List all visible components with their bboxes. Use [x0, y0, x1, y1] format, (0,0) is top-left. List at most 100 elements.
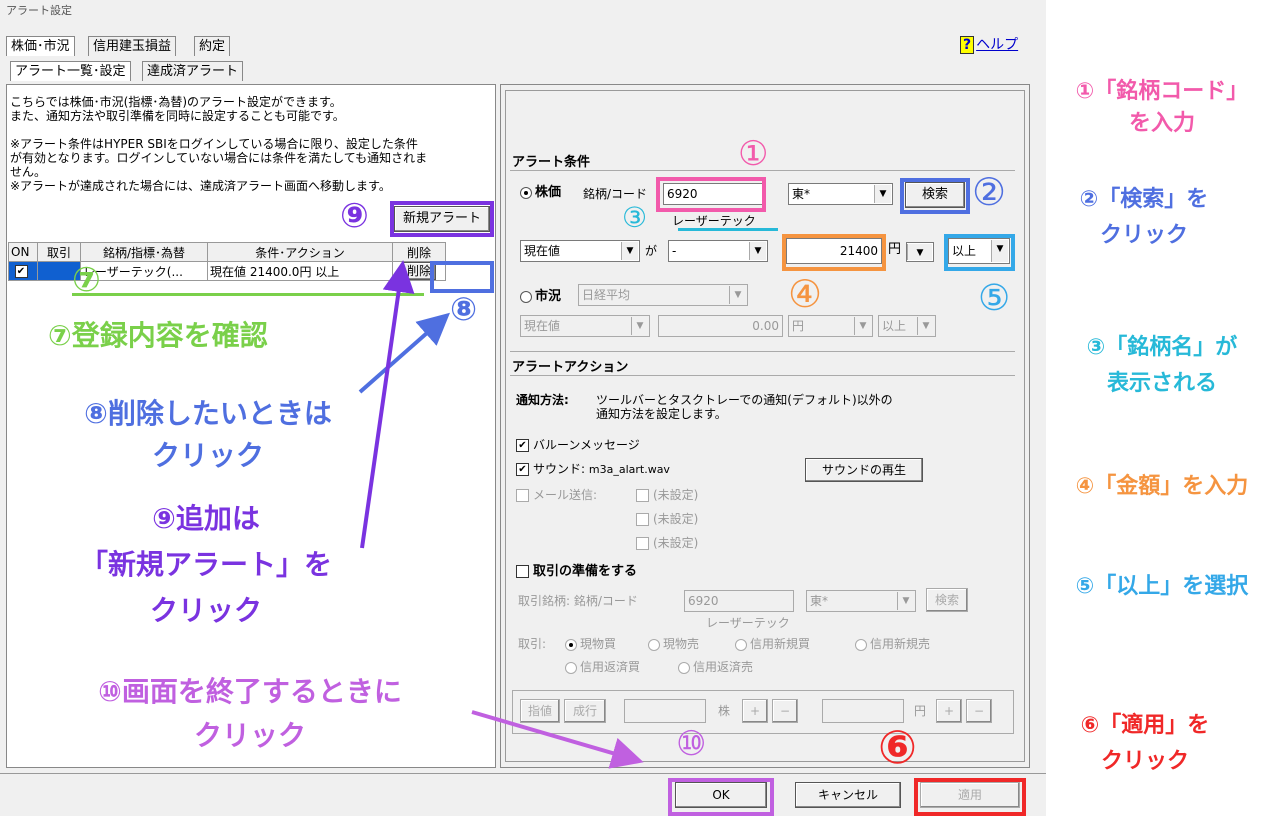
highlight-search	[900, 178, 970, 214]
operator-select[interactable]: - ▼	[668, 240, 768, 262]
trade-type-label: 取引:	[518, 637, 547, 651]
cancel-button[interactable]: キャンセル	[795, 782, 901, 808]
notice-text: ※アラート条件はHYPER SBIをログインしている場合に限り、設定した条件 が…	[10, 137, 428, 193]
price-minus-button: −	[966, 699, 992, 723]
note-select-above: ⑤「以上」を選択	[1075, 574, 1249, 599]
chevron-down-icon: ▼	[907, 244, 932, 260]
market-select[interactable]: 東* ▼	[788, 183, 893, 205]
alert-condition-header: アラート条件	[512, 155, 591, 170]
ga-label: が	[645, 244, 658, 258]
price-type-select[interactable]: 現在値 ▼	[520, 240, 640, 262]
market-price-type: 現在値 ▼	[520, 315, 650, 337]
note-name-shown: ③「銘柄名」が 表示される	[1086, 335, 1238, 396]
help-link[interactable]: ? ヘルプ	[960, 34, 1040, 54]
highlight-new-alert	[390, 201, 494, 237]
play-sound-button[interactable]: サウンドの再生	[805, 458, 923, 482]
highlight-delete	[430, 261, 494, 293]
trade-market-select: 東* ▼	[806, 590, 916, 612]
radio-margin-new-buy[interactable]: 信用新規買	[735, 637, 810, 651]
note-click-apply: ⑥「適用」を クリック	[1080, 713, 1210, 774]
chevron-down-icon: ▼	[749, 242, 766, 260]
chevron-down-icon: ▼	[729, 286, 746, 304]
chevron-down-icon: ▼	[897, 592, 914, 610]
market-order-button: 成行	[564, 699, 606, 723]
highlight-apply	[914, 778, 1026, 816]
row-on-checkbox[interactable]: ✔	[14, 265, 28, 278]
marker-5: ⑤	[978, 278, 1011, 319]
alert-action-header: アラートアクション	[512, 360, 629, 375]
note-click-search: ②「検索」を クリック	[1079, 187, 1209, 248]
notify-description: ツールバーとタスクトレーでの通知(デフォルト)以外の 通知方法を設定します。	[596, 393, 893, 421]
underline-company	[678, 228, 778, 231]
market-radio[interactable]: 市況	[520, 290, 561, 304]
window-title: アラート設定	[6, 4, 72, 17]
chevron-down-icon: ▼	[631, 317, 648, 335]
marker-2: ②	[972, 170, 1007, 214]
marker-6: ⑥	[878, 720, 917, 774]
description-text: こちらでは株価･市況(指標･為替)のアラート設定ができます。 また、通知方法や取…	[10, 95, 345, 123]
trade-search-button: 検索	[926, 588, 968, 612]
shares-plus-button: +	[742, 699, 768, 723]
note-enter-code: ①「銘柄コード」 を入力	[1075, 79, 1249, 136]
chevron-down-icon: ▼	[621, 242, 638, 260]
note-close: ⑩画面を終了するときに クリック	[98, 675, 402, 752]
marker-4: ④	[788, 272, 823, 316]
col-trade[interactable]: 取引	[37, 242, 81, 262]
tab-alert-list[interactable]: アラート一覧･設定	[10, 61, 131, 81]
code-label: 銘柄/コード	[583, 187, 648, 201]
marker-10: ⑩	[676, 724, 707, 764]
marker-7: ⑦	[72, 260, 101, 300]
tab-executions[interactable]: 約定	[194, 36, 231, 56]
limit-button: 指値	[520, 699, 560, 723]
stock-radio-dot	[520, 186, 532, 199]
note-add: ⑨追加は 「新規アラート」を クリック	[79, 502, 332, 627]
marker-1: ①	[738, 134, 769, 174]
sound-checkbox[interactable]: ✔ サウンド: m3a_alart.wav	[516, 462, 670, 477]
highlight-amount	[782, 234, 886, 271]
note-enter-amount: ④「金額」を入力	[1075, 474, 1249, 499]
highlight-comparison	[944, 234, 1015, 271]
divider	[510, 351, 1015, 352]
trade-code-input: 6920	[684, 590, 794, 612]
radio-spot-sell[interactable]: 現物売	[648, 637, 699, 651]
mail-target-2[interactable]: (未設定)	[636, 512, 698, 526]
row-condition: 現在値 21400.0円 以上	[210, 264, 340, 279]
market-radio-dot	[520, 290, 532, 303]
col-delete[interactable]: 削除	[392, 242, 446, 262]
col-condition[interactable]: 条件･アクション	[207, 242, 393, 262]
price-unit: 円	[914, 704, 927, 718]
highlight-ok	[668, 778, 774, 816]
shares-minus-button: −	[772, 699, 798, 723]
index-select: 日経平均 ▼	[578, 284, 748, 306]
mail-checkbox[interactable]: メール送信:	[516, 488, 597, 502]
tab-achieved-alerts[interactable]: 達成済アラート	[142, 61, 244, 81]
balloon-checkbox[interactable]: ✔ バルーンメッセージ	[516, 438, 640, 452]
marker-8: ⑧	[450, 290, 478, 328]
radio-margin-close-buy[interactable]: 信用返済買	[565, 660, 640, 674]
mail-target-3[interactable]: (未設定)	[636, 536, 698, 550]
tab-stock-market[interactable]: 株価･市況	[6, 36, 75, 56]
col-symbol[interactable]: 銘柄/指標･為替	[80, 242, 208, 262]
shares-unit: 株	[718, 704, 731, 718]
highlight-code	[656, 177, 766, 212]
chevron-down-icon: ▼	[917, 317, 934, 335]
trade-stock-label: 取引銘柄: 銘柄/コード	[518, 594, 638, 608]
market-unit: 円 ▼	[788, 315, 873, 337]
radio-margin-close-sell[interactable]: 信用返済売	[678, 660, 753, 674]
market-amount: 0.00	[658, 315, 783, 337]
radio-spot-buy[interactable]: 現物買	[565, 637, 616, 651]
note-check-registered: ⑦登録内容を確認	[48, 319, 268, 352]
unit-dropdown[interactable]: ▼	[906, 242, 934, 262]
yen-label: 円	[888, 242, 902, 257]
radio-margin-new-sell[interactable]: 信用新規売	[855, 637, 930, 651]
tab-margin-pl[interactable]: 信用建玉損益	[88, 36, 177, 56]
price-plus-button: +	[936, 699, 962, 723]
chevron-down-icon: ▼	[874, 185, 891, 203]
mail-target-1[interactable]: (未設定)	[636, 488, 698, 502]
market-comparison: 以上 ▼	[878, 315, 936, 337]
col-on[interactable]: ON	[8, 242, 38, 262]
trade-prep-checkbox[interactable]: 取引の準備をする	[516, 565, 637, 579]
shares-input	[624, 699, 706, 723]
stock-radio[interactable]: 株価	[520, 186, 561, 200]
notify-label: 通知方法:	[516, 393, 569, 407]
